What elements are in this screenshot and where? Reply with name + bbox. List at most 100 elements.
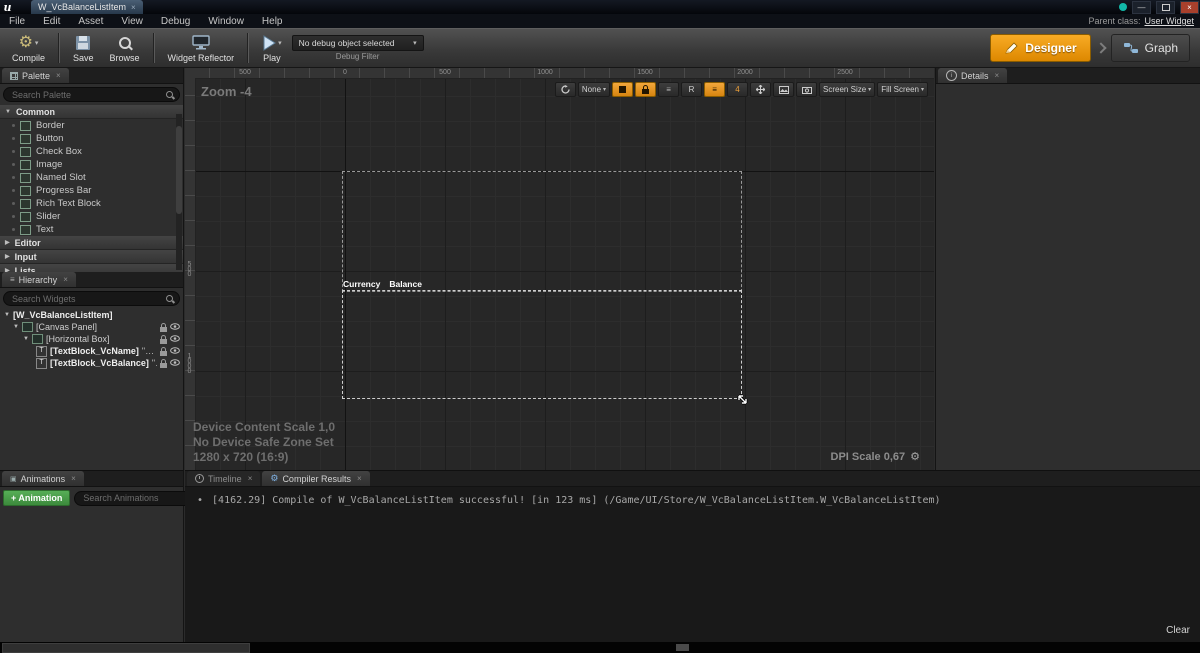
hierarchy-row-root[interactable]: ▼ [W_VcBalanceListItem]	[0, 309, 183, 321]
palette-group-editor[interactable]: ▶ Editor	[0, 236, 183, 250]
localization-preview-button[interactable]	[555, 82, 576, 97]
close-icon[interactable]: ×	[63, 275, 68, 284]
save-button[interactable]: Save	[65, 30, 102, 67]
hierarchy-row-horizontal-box[interactable]: ▼ [Horizontal Box]	[0, 333, 183, 345]
expander-down-icon[interactable]: ▼	[4, 312, 10, 318]
eye-icon[interactable]	[170, 335, 180, 342]
menu-window[interactable]: Window	[199, 16, 253, 27]
close-tab-icon[interactable]: ×	[131, 3, 136, 12]
palette-item-named-slot[interactable]: Named Slot	[0, 171, 183, 184]
lock-icon[interactable]	[160, 323, 167, 332]
preview-image-button[interactable]	[773, 82, 794, 97]
minimize-button[interactable]: —	[1132, 1, 1151, 14]
transform-mode-button[interactable]	[750, 82, 771, 97]
eye-icon[interactable]	[170, 359, 180, 366]
fill-screen-dropdown[interactable]: Fill Screen ▾	[877, 82, 928, 97]
compiler-log-line[interactable]: • [4162.29] Compile of W_VcBalanceListIt…	[197, 495, 941, 506]
expander-down-icon[interactable]: ▼	[23, 336, 29, 342]
animations-toolbar: + Animation	[0, 487, 183, 508]
menu-file[interactable]: File	[0, 16, 34, 27]
balance-text-widget[interactable]: Balance	[389, 279, 422, 289]
palette-item-button[interactable]: Button	[0, 132, 183, 145]
screen-size-label: Screen Size	[823, 85, 866, 94]
parent-class-value[interactable]: User Widget	[1144, 16, 1194, 26]
lock-icon[interactable]	[160, 335, 167, 344]
tab-hierarchy[interactable]: ≡ Hierarchy ×	[2, 272, 76, 287]
screen-size-dropdown[interactable]: Screen Size ▾	[819, 82, 875, 97]
resize-handle[interactable]	[736, 393, 749, 409]
palette-item-progress-bar[interactable]: Progress Bar	[0, 184, 183, 197]
maximize-button[interactable]	[1156, 1, 1175, 14]
currency-text-widget[interactable]: Currency	[343, 279, 380, 289]
hierarchy-search-input[interactable]	[10, 293, 166, 305]
palette-item-label: Text	[36, 224, 53, 235]
tab-animations[interactable]: ▣ Animations ×	[2, 471, 84, 486]
show-guides-button[interactable]: ≡	[704, 82, 725, 97]
lock-icon[interactable]	[160, 347, 167, 356]
eye-icon[interactable]	[170, 347, 180, 354]
designer-canvas[interactable]: 500 0 500 1000 1500 2000 2500 500 1000 Z…	[185, 68, 934, 470]
palette-item-image[interactable]: Image	[0, 158, 183, 171]
preview-flag-button[interactable]: None ▾	[578, 82, 610, 97]
compile-button[interactable]: ⚙ ▾ Compile	[4, 30, 53, 67]
add-animation-button[interactable]: + Animation	[3, 490, 70, 506]
lock-icon[interactable]	[160, 359, 167, 368]
grid-snap-size-button[interactable]: 4	[727, 82, 748, 97]
palette-group-common[interactable]: ▼ Common	[0, 105, 183, 119]
browse-button[interactable]: Browse	[102, 30, 148, 67]
debug-object-select[interactable]: No debug object selected ▾	[292, 35, 424, 51]
selected-widget-outline[interactable]	[342, 290, 742, 399]
palette-item-checkbox[interactable]: Check Box	[0, 145, 183, 158]
tab-timeline[interactable]: Timeline ×	[187, 471, 260, 486]
designer-mode-button[interactable]: Designer	[990, 34, 1090, 62]
scrollbar-thumb[interactable]	[176, 126, 182, 214]
palette-item-rich-text-block[interactable]: Rich Text Block	[0, 197, 183, 210]
hierarchy-row-textblock-vcname[interactable]: T [TextBlock_VcName] "Currency	[0, 345, 183, 357]
taskbar-window-button[interactable]	[2, 643, 250, 653]
play-button[interactable]: ▾ Play	[254, 30, 290, 67]
palette-item-text[interactable]: Text	[0, 223, 183, 236]
rich-text-widget-icon	[20, 199, 31, 209]
menu-edit[interactable]: Edit	[34, 16, 69, 27]
ruler-horizontal: 500 0 500 1000 1500 2000 2500	[185, 68, 934, 79]
compile-dropdown-icon[interactable]: ▾	[35, 39, 39, 47]
gear-icon[interactable]: ⚙	[910, 450, 920, 463]
close-icon[interactable]: ×	[357, 474, 362, 483]
design-area-outline[interactable]	[342, 171, 742, 292]
hierarchy-row-canvas-panel[interactable]: ▼ [Canvas Panel]	[0, 321, 183, 333]
palette-search-input[interactable]	[10, 89, 166, 101]
document-tab[interactable]: W_VcBalanceListItem ×	[31, 0, 143, 14]
close-icon[interactable]: ×	[995, 71, 1000, 80]
close-icon[interactable]: ×	[56, 71, 61, 80]
screenshot-button[interactable]	[796, 82, 817, 97]
expander-down-icon[interactable]: ▼	[13, 324, 19, 330]
play-dropdown-icon[interactable]: ▾	[278, 39, 282, 47]
respect-locks-button[interactable]: R	[681, 82, 702, 97]
palette-group-input[interactable]: ▶ Input	[0, 250, 183, 264]
menu-help[interactable]: Help	[253, 16, 292, 27]
show-outlines-button[interactable]: ≡	[658, 82, 679, 97]
lock-widgets-button[interactable]	[635, 82, 656, 97]
eye-icon[interactable]	[170, 323, 180, 330]
taskbar-tray-item[interactable]	[676, 644, 689, 651]
node-label: [W_VcBalanceListItem]	[13, 310, 113, 320]
chevron-down-icon: ▾	[868, 86, 871, 93]
palette-item-slider[interactable]: Slider	[0, 210, 183, 223]
widget-reflector-button[interactable]: Widget Reflector	[160, 30, 243, 67]
tab-compiler-results[interactable]: ⚙ Compiler Results ×	[262, 471, 369, 486]
clear-button[interactable]: Clear	[1166, 625, 1190, 636]
palette-item-border[interactable]: Border	[0, 119, 183, 132]
tab-palette[interactable]: Palette ×	[2, 68, 69, 83]
widget-preview-text[interactable]: Currency Balance	[343, 279, 422, 289]
graph-mode-button[interactable]: Graph	[1111, 34, 1190, 62]
palette-scrollbar[interactable]	[176, 114, 182, 270]
tab-details[interactable]: i Details ×	[938, 68, 1007, 83]
close-icon[interactable]: ×	[248, 474, 253, 483]
close-icon[interactable]: ×	[71, 474, 76, 483]
menu-asset[interactable]: Asset	[69, 16, 112, 27]
close-window-button[interactable]: ×	[1180, 1, 1199, 14]
menu-debug[interactable]: Debug	[152, 16, 199, 27]
hierarchy-row-textblock-vcbalance[interactable]: T [TextBlock_VcBalance] "Balance	[0, 357, 183, 369]
toggle-background-button[interactable]	[612, 82, 633, 97]
menu-view[interactable]: View	[112, 16, 152, 27]
